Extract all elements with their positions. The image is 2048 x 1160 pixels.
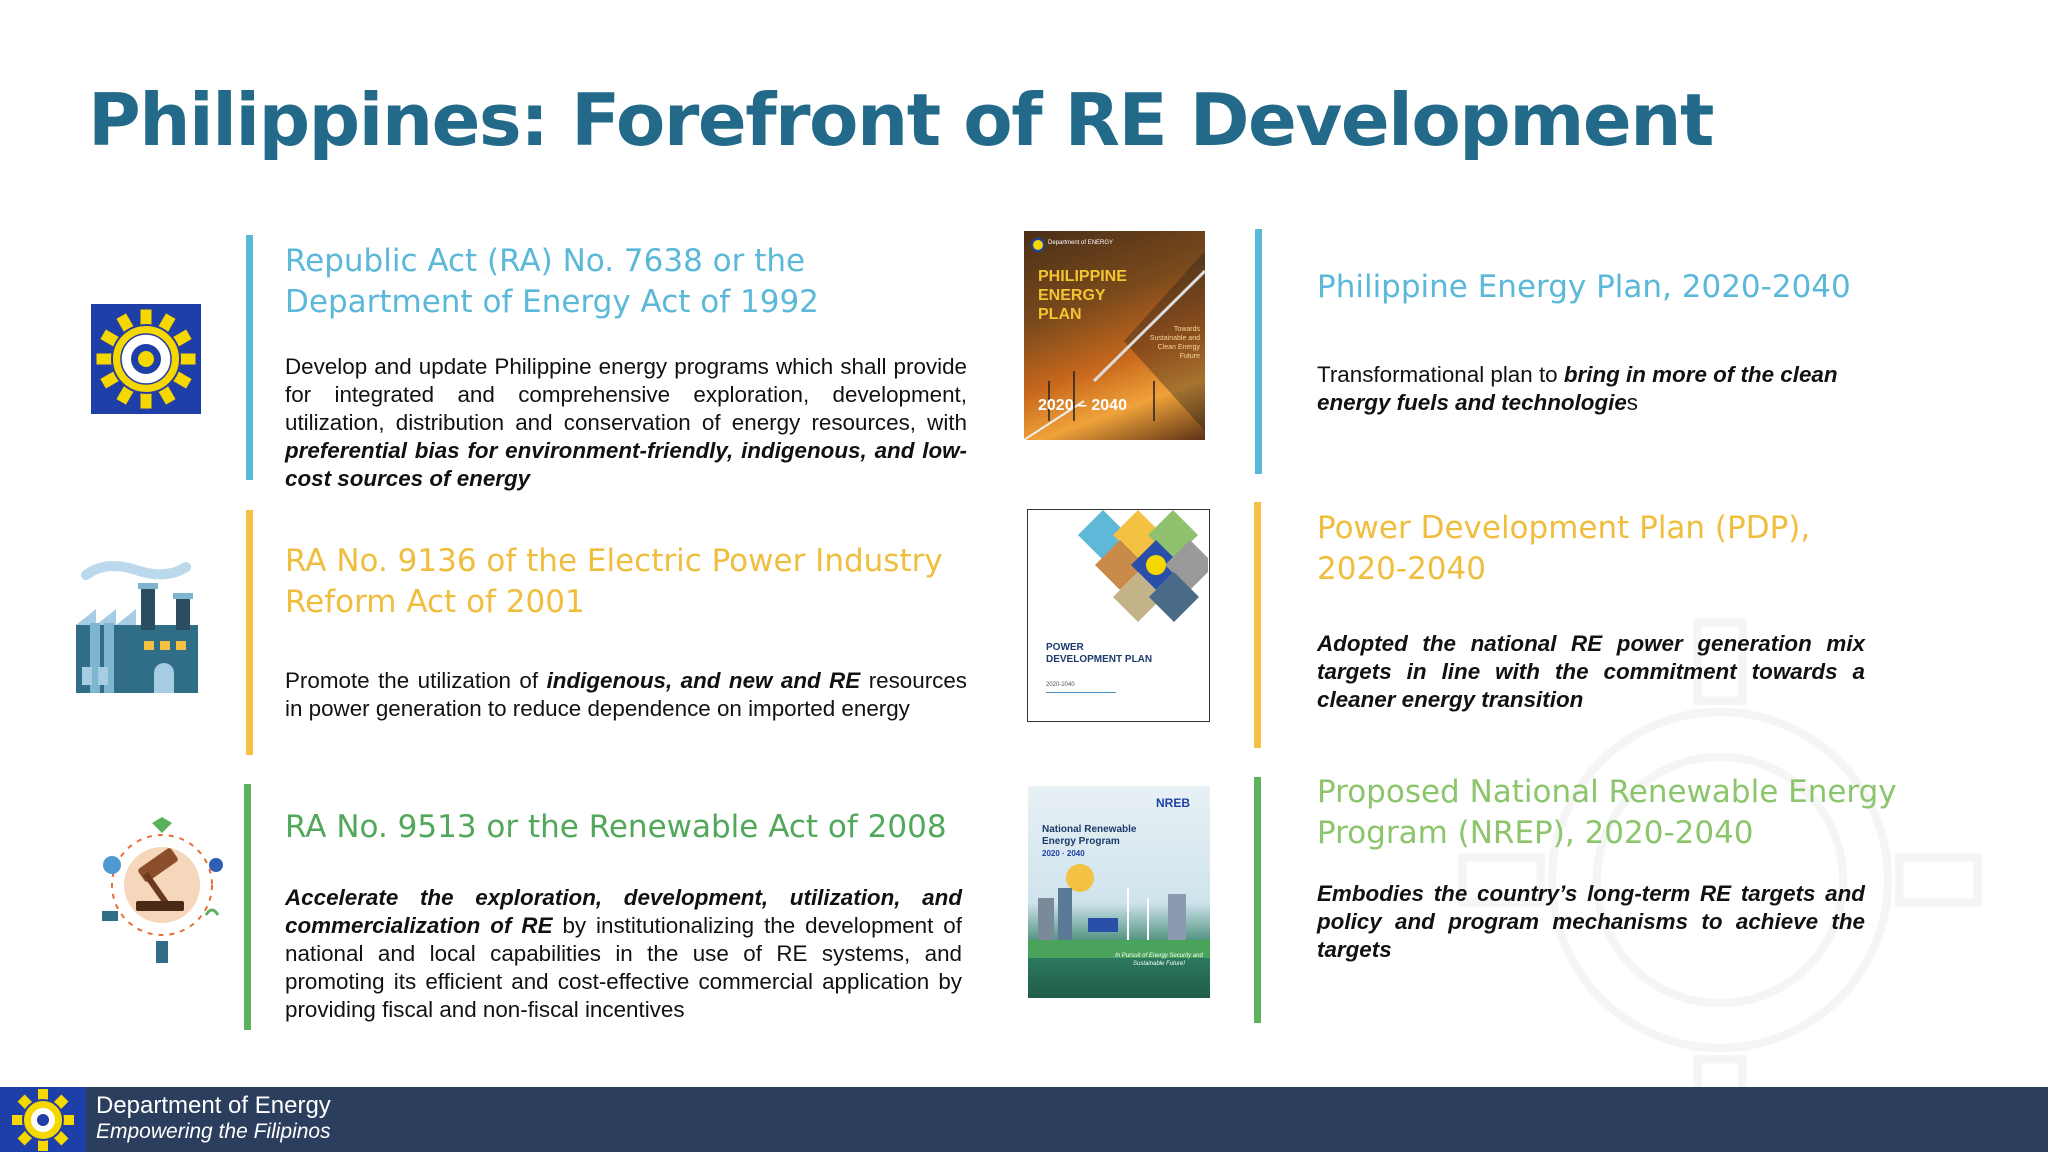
plan-3-accent-bar (1254, 777, 1261, 1023)
pdp-cover-years: 2020-2040 (1046, 682, 1075, 688)
footer-bar: Department of Energy Empowering the Fili… (0, 1087, 2048, 1152)
doe-logo-icon (0, 1087, 86, 1152)
pdp-cover: POWER DEVELOPMENT PLAN 2020-2040 (1027, 509, 1210, 722)
law-1-heading: Republic Act (RA) No. 7638 or the Depart… (285, 243, 819, 320)
law-3-accent-bar (244, 784, 251, 1030)
plan-1-body: Transformational plan to bring in more o… (1317, 361, 1877, 417)
pdp-cover-title: POWER DEVELOPMENT PLAN (1046, 642, 1153, 665)
plan-2-body: Adopted the national RE power generation… (1317, 630, 1865, 714)
pep-cover-years: 2020 – 2040 (1038, 397, 1127, 414)
pep-cover-subtitle: Towards Sustainable and Clean Energy Fut… (1149, 326, 1200, 360)
law-3-heading: RA No. 9513 or the Renewable Act of 2008 (285, 809, 947, 845)
plan-2-heading: Power Development Plan (PDP), 2020-2040 (1317, 510, 1811, 587)
pdp-cover-rule (1046, 692, 1116, 693)
law-2-body-text: Promote the utilization of (285, 668, 547, 693)
pep-cover-title: PHILIPPINE ENERGY PLAN (1038, 268, 1127, 323)
plan-1-accent-bar (1255, 229, 1262, 474)
nrep-cover-title: National Renewable Energy Program (1042, 824, 1137, 847)
plan-1-body-text: Transformational plan to (1317, 362, 1564, 387)
nrep-cover-years: 2020 · 2040 (1042, 849, 1085, 858)
law-2-body-emphasis: indigenous, and new and RE (546, 668, 861, 693)
law-2-heading: RA No. 9136 of the Electric Power Indust… (285, 543, 943, 620)
doe-seal-icon (91, 304, 201, 414)
law-1-body-text: Develop and update Philippine energy pro… (285, 354, 967, 435)
slide-title: Philippines: Forefront of RE Development (88, 78, 1714, 162)
plan-2-body-emphasis: Adopted the national RE power generation… (1317, 631, 1865, 712)
footer-org: Department of Energy (96, 1092, 331, 1119)
footer-tagline: Empowering the Filipinos (96, 1120, 331, 1143)
law-3-body: Accelerate the exploration, development,… (285, 884, 962, 1024)
law-1-body-emphasis: preferential bias for environment-friend… (285, 438, 967, 491)
plan-3-body-emphasis: Embodies the country’s long-term RE targ… (1317, 881, 1865, 962)
gavel-icon (102, 817, 223, 963)
nrep-cover: NREB National Renewable Energy Program 2… (1028, 786, 1210, 998)
nrep-cover-brand: NREB (1156, 796, 1191, 810)
plan-1-body-text-end: s (1626, 390, 1638, 415)
law-2-body: Promote the utilization of indigenous, a… (285, 667, 967, 723)
plan-2-accent-bar (1254, 502, 1261, 748)
plan-1-heading: Philippine Energy Plan, 2020-2040 (1317, 269, 1851, 305)
law-2-accent-bar (246, 510, 253, 755)
pep-cover-org: Department of ENERGY (1048, 240, 1114, 246)
plan-3-body: Embodies the country’s long-term RE targ… (1317, 880, 1865, 964)
nrep-cover-tagline: In Pursuit of Energy Security and Sustai… (1115, 953, 1203, 967)
factory-icon (76, 561, 198, 693)
law-1-accent-bar (246, 235, 253, 480)
pep-cover: Department of ENERGY PHILIPPINE ENERGY P… (1024, 231, 1205, 440)
plan-3-heading: Proposed National Renewable Energy Progr… (1317, 774, 1897, 851)
law-1-body: Develop and update Philippine energy pro… (285, 353, 967, 493)
